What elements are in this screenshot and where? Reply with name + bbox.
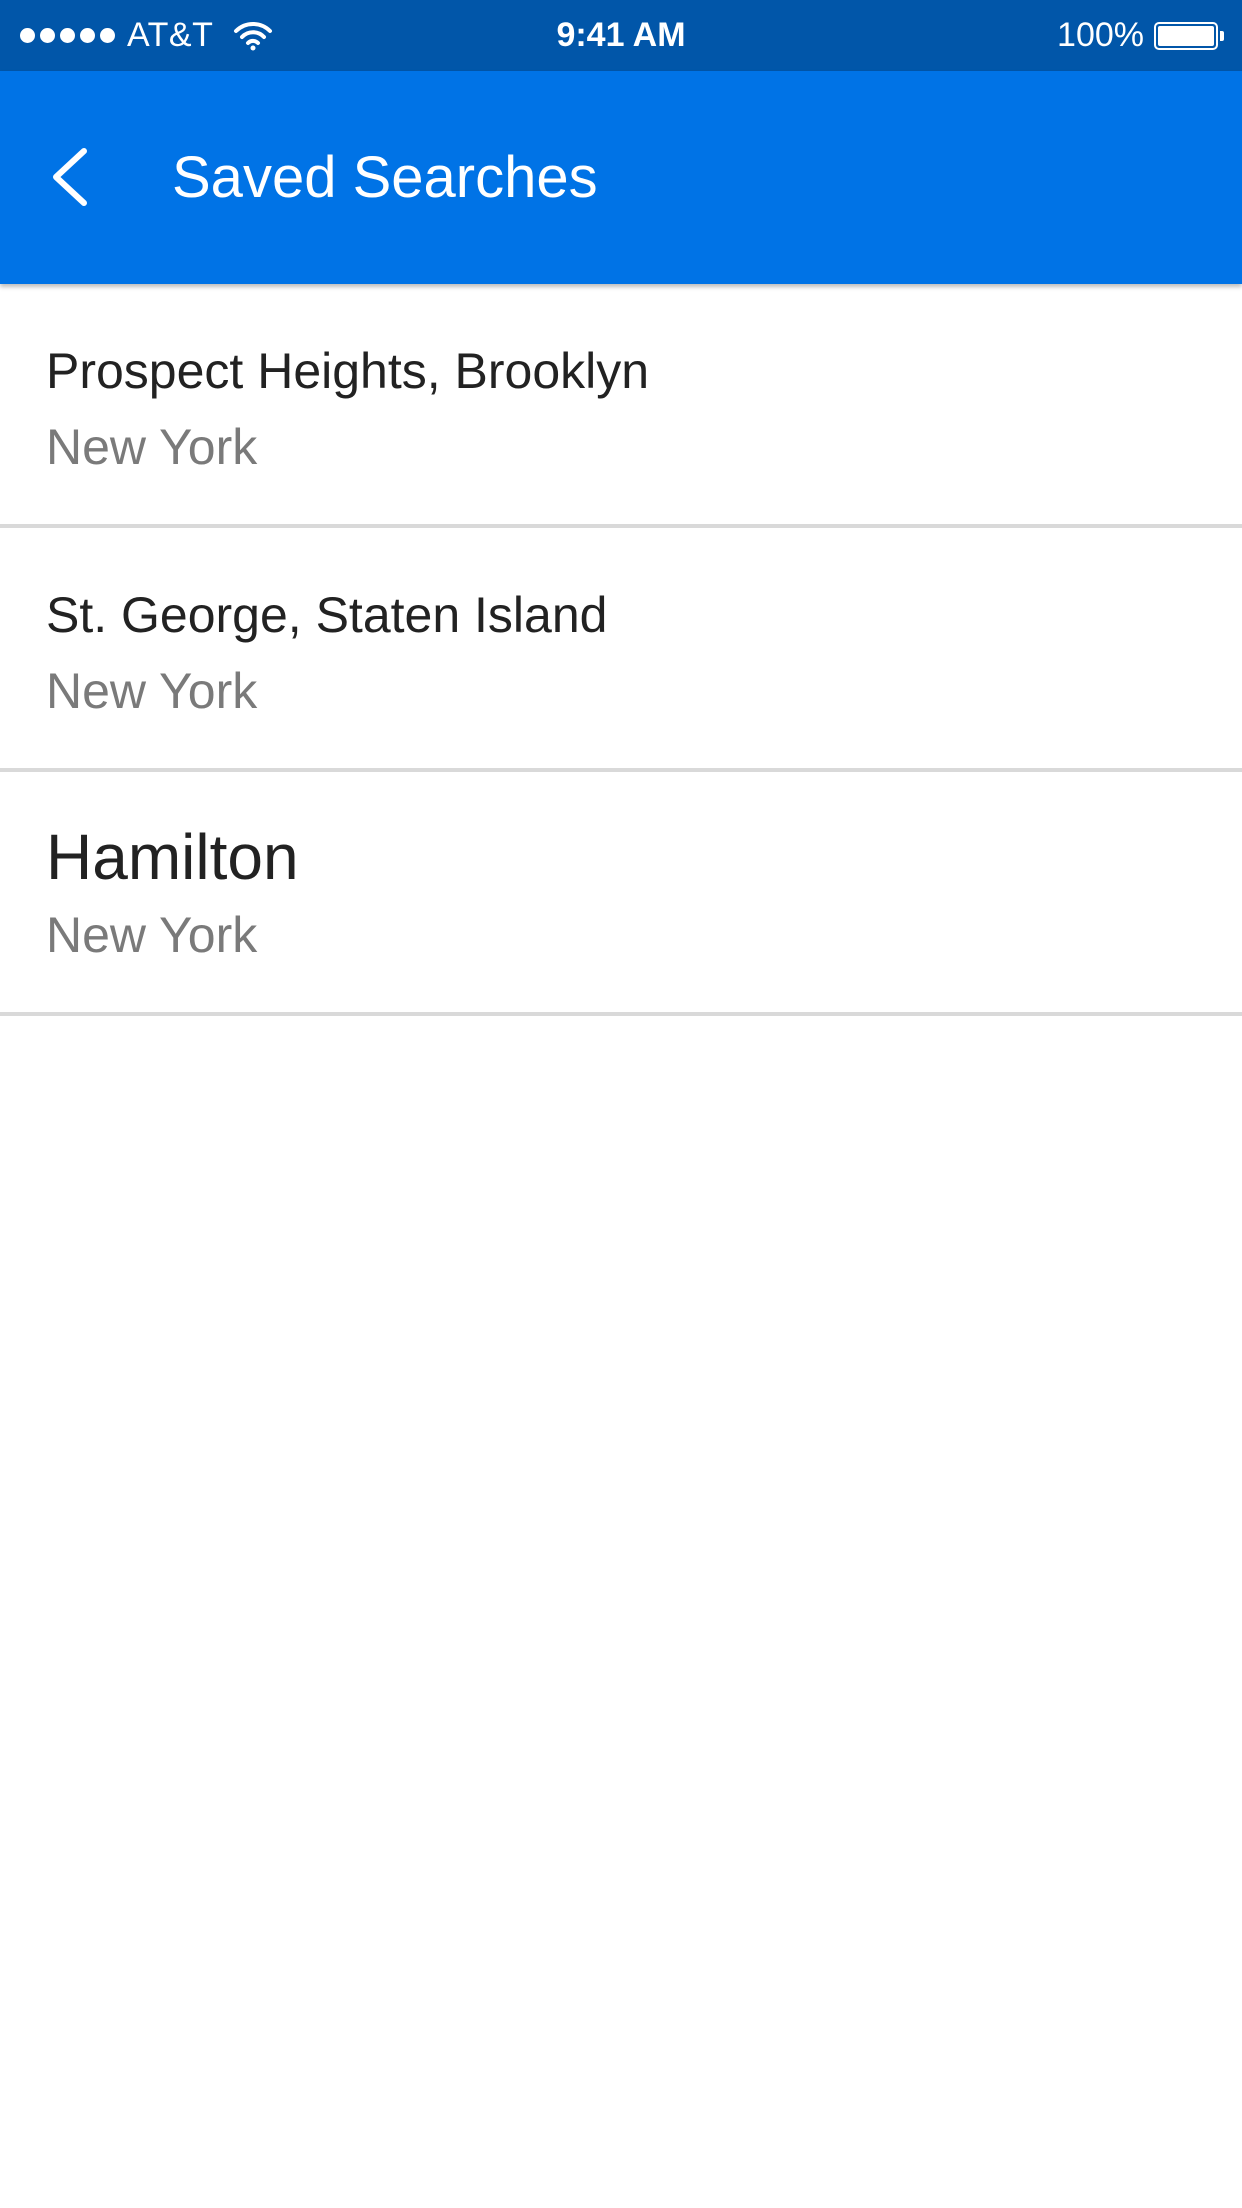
battery-icon: [1154, 21, 1218, 50]
list-item[interactable]: St. George, Staten Island New York: [0, 528, 1242, 772]
nav-bar: Saved Searches: [0, 71, 1242, 284]
list-item-title: St. George, Staten Island: [46, 587, 608, 643]
saved-searches-list: Prospect Heights, Brooklyn New York St. …: [0, 284, 1242, 1016]
list-item-title: Prospect Heights, Brooklyn: [46, 343, 650, 399]
status-right: 100%: [1057, 0, 1224, 71]
saved-searches-screen: AT&T 9:41 AM 100% Saved Searches Prospec…: [0, 0, 1242, 2208]
battery-percent: 100%: [1057, 16, 1144, 54]
battery-cap: [1220, 30, 1224, 41]
list-item[interactable]: Prospect Heights, Brooklyn New York: [0, 284, 1242, 528]
list-item-subtitle: New York: [46, 907, 258, 963]
list-item-subtitle: New York: [46, 419, 258, 475]
status-bar: AT&T 9:41 AM 100%: [0, 0, 1242, 71]
chevron-left-icon: [53, 148, 87, 206]
battery-fill: [1158, 25, 1214, 46]
page-title: Saved Searches: [172, 145, 598, 210]
list-item[interactable]: Hamilton New York: [0, 772, 1242, 1016]
list-item-subtitle: New York: [46, 663, 258, 719]
back-button[interactable]: [30, 137, 110, 217]
list-item-title: Hamilton: [46, 821, 299, 893]
status-time: 9:41 AM: [556, 16, 686, 54]
